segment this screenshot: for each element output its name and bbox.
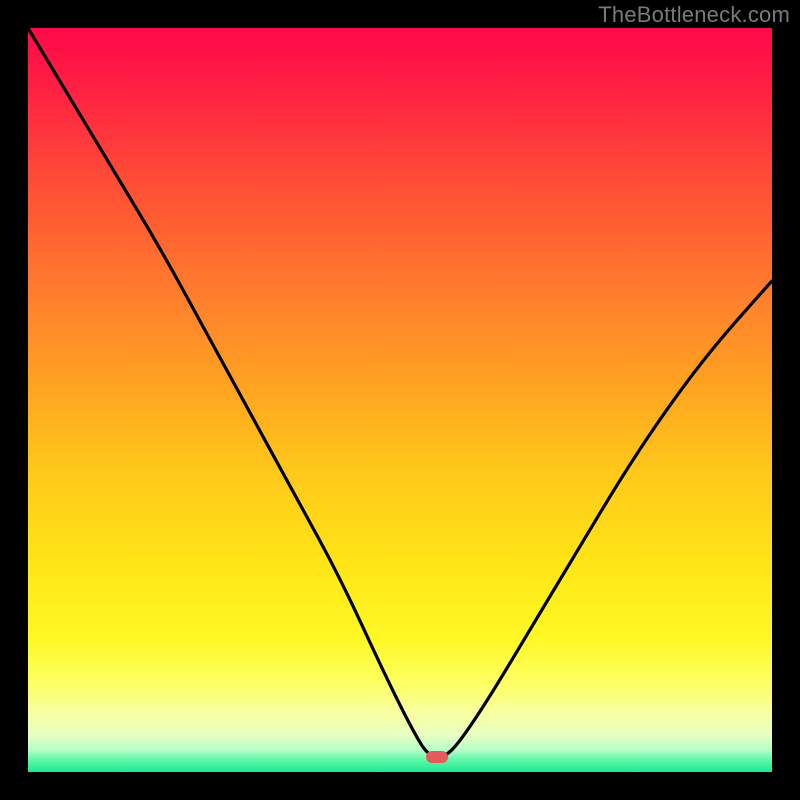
bottleneck-curve: [28, 28, 772, 772]
minimum-marker: [426, 751, 448, 763]
chart-frame: TheBottleneck.com: [0, 0, 800, 800]
plot-area: [28, 28, 772, 772]
watermark-text: TheBottleneck.com: [598, 2, 790, 28]
curve-path: [28, 28, 772, 757]
